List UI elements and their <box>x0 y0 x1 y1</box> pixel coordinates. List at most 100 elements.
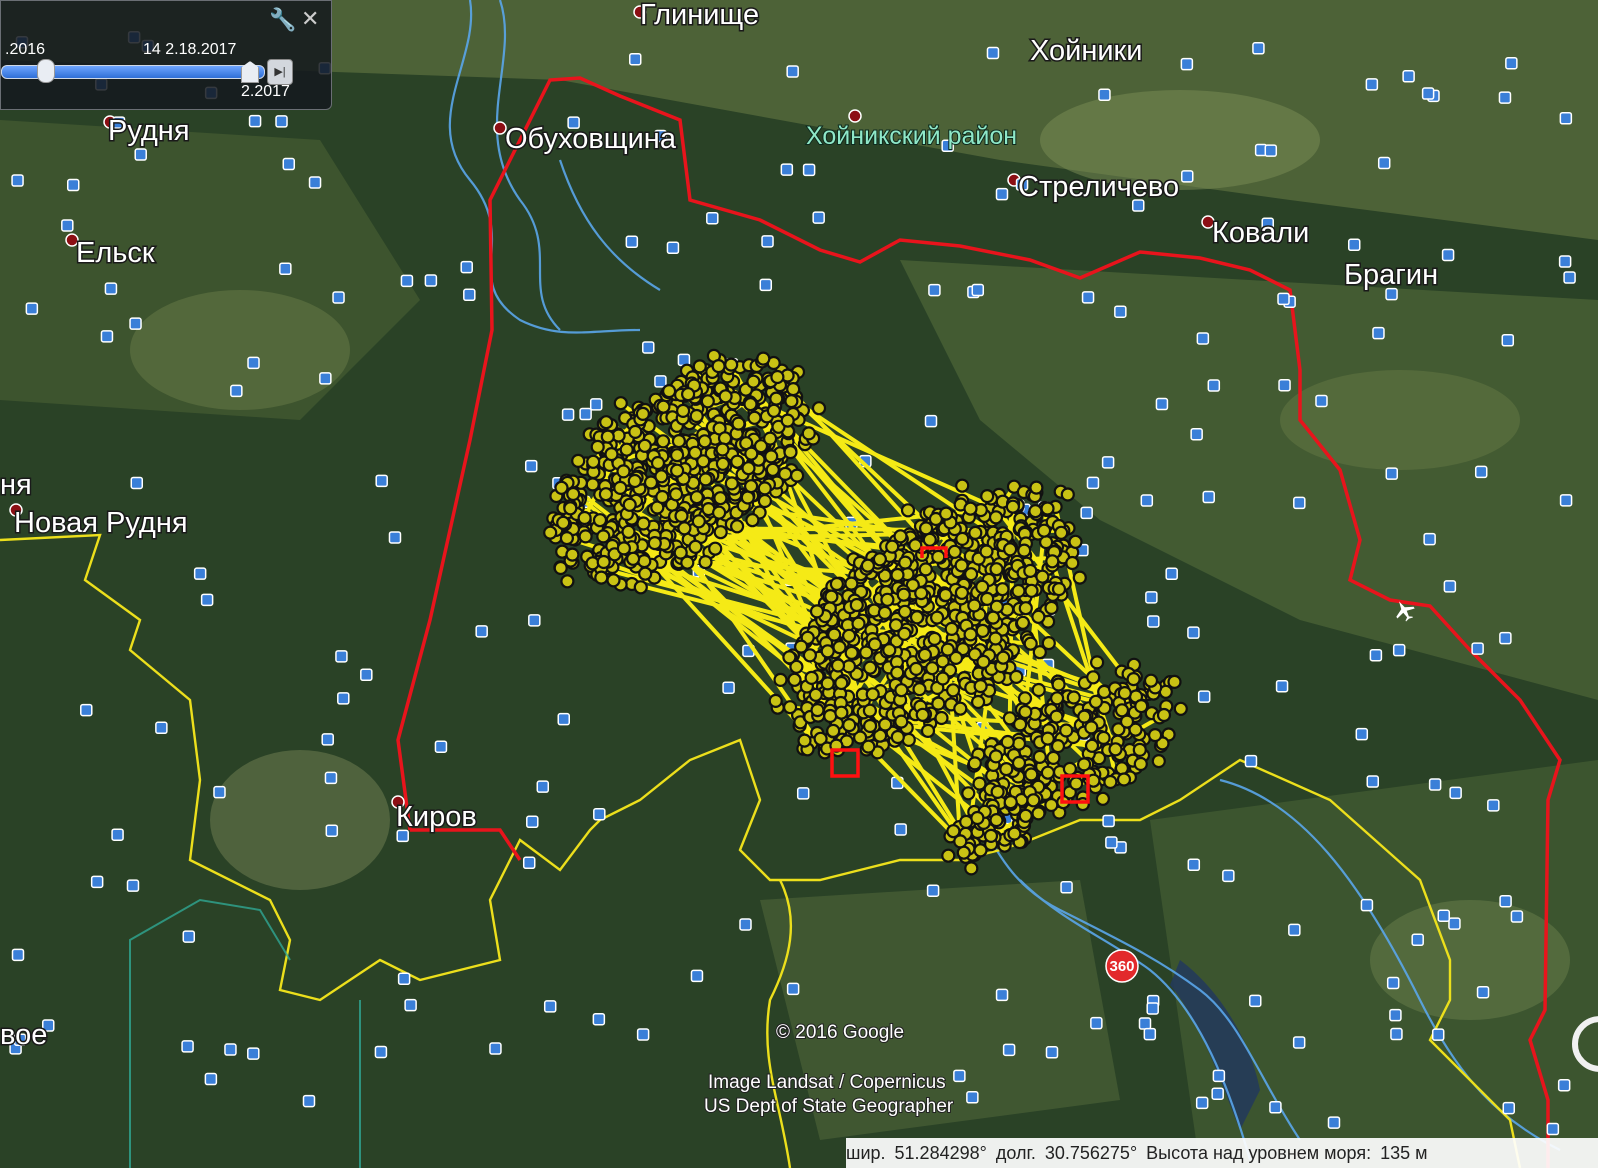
photo-icon <box>1187 858 1201 872</box>
photo-icon <box>966 1091 979 1104</box>
track-fix-marker <box>829 576 845 592</box>
track-fix-marker <box>596 529 611 544</box>
photo-icon <box>1292 1036 1306 1049</box>
track-fix-marker <box>1060 487 1075 502</box>
track-fix-marker <box>1029 480 1044 495</box>
track-fix-marker <box>543 525 558 540</box>
track-fix-marker <box>594 570 609 585</box>
track-fix-marker <box>820 644 835 659</box>
photo-icon <box>528 614 541 627</box>
photo-icon <box>1474 465 1488 479</box>
wrench-icon[interactable]: 🔧 <box>269 7 296 33</box>
photo-icon <box>247 356 260 370</box>
photo-icon <box>1187 626 1200 639</box>
track-fix-marker <box>621 524 636 539</box>
track-fix-marker <box>908 538 923 553</box>
photo-icon <box>463 288 476 302</box>
track-fix-marker <box>616 464 631 479</box>
track-fix-marker <box>912 682 927 697</box>
photo-icon <box>654 375 667 388</box>
track-fix-marker <box>674 508 689 524</box>
photo-icon <box>400 274 414 288</box>
track-fix-marker <box>890 729 905 745</box>
track-fix-marker <box>1032 645 1047 660</box>
photo-icon <box>1315 394 1328 408</box>
slider-step-button[interactable]: ▶| <box>267 59 293 85</box>
track-fix-marker <box>894 714 909 729</box>
track-fix-marker <box>592 513 608 528</box>
photo-icon <box>1252 42 1265 55</box>
photo-icon <box>636 1028 650 1041</box>
track-fix-marker <box>1069 776 1084 791</box>
track-fix-marker <box>989 562 1004 577</box>
track-fix-marker <box>967 756 982 771</box>
track-fix-marker <box>988 631 1003 646</box>
track-fix-marker <box>844 576 859 591</box>
slider-start-handle[interactable] <box>37 59 55 83</box>
photo-icon <box>66 178 80 192</box>
track-fix-marker <box>1011 755 1027 771</box>
satellite-map[interactable]: Глинище Хойники Рудня Обуховщина Хойникс… <box>0 0 1598 1168</box>
track-fix-marker <box>955 478 970 493</box>
track-fix-marker <box>724 357 739 372</box>
photo-icon <box>579 407 592 421</box>
photo-icon <box>200 593 214 607</box>
photo-icon <box>1365 78 1379 91</box>
photo-icon <box>625 235 639 249</box>
track-fix-marker <box>841 628 857 643</box>
photo-icon <box>460 260 473 274</box>
track-fix-marker <box>897 604 913 619</box>
track-fix-marker <box>1005 499 1021 514</box>
close-icon[interactable]: ✕ <box>301 6 319 32</box>
track-fix-marker <box>637 438 652 453</box>
track-fix-marker <box>619 442 634 457</box>
photo-icon <box>182 930 196 943</box>
status-bar: шир. 51.284298° долг. 30.756275° Высота … <box>846 1138 1598 1168</box>
photo-icon <box>193 567 207 580</box>
photo-icon <box>1181 170 1194 183</box>
track-fix-marker <box>783 445 798 460</box>
photo-icon <box>928 283 941 297</box>
photo-icon <box>1269 1101 1282 1114</box>
place-label-kirov: Киров <box>396 801 477 833</box>
track-fix-marker <box>1134 698 1149 714</box>
track-fix-marker <box>938 506 954 521</box>
track-fix-marker <box>1026 793 1041 808</box>
track-fix-marker <box>1059 723 1074 738</box>
track-fix-marker <box>585 477 600 492</box>
track-fix-marker <box>638 566 653 581</box>
photo-icon <box>1143 1027 1157 1041</box>
track-fix-marker <box>893 529 908 544</box>
map-canvas[interactable]: Глинище Хойники Рудня Обуховщина Хойникс… <box>0 0 1598 1168</box>
track-fix-marker <box>860 558 876 573</box>
track-fix-marker <box>1045 554 1060 569</box>
track-fix-marker <box>698 554 713 570</box>
track-fix-marker <box>830 658 846 673</box>
photo-icon <box>1165 567 1178 581</box>
track-fix-marker <box>1088 694 1104 709</box>
slider-current-label: 2.2017 <box>241 83 290 100</box>
track-fix-marker <box>945 683 961 698</box>
photo-icon <box>1288 923 1301 937</box>
photo-icon <box>995 187 1009 201</box>
altitude-label: Высота над уровнем моря: <box>1146 1143 1372 1163</box>
track-fix-marker <box>765 462 780 477</box>
track-fix-marker <box>964 861 979 876</box>
track-fix-marker <box>773 672 788 688</box>
photo-icon <box>1190 427 1203 441</box>
photo-icon <box>953 1069 966 1083</box>
photo-icon <box>812 211 825 224</box>
track-fix-marker <box>787 672 802 687</box>
track-fix-marker <box>1103 774 1118 790</box>
photo-icon <box>1499 894 1512 908</box>
track-fix-marker <box>1167 674 1182 690</box>
track-fix-marker <box>844 645 859 661</box>
photo-icon <box>722 681 735 694</box>
track-fix-marker <box>909 661 924 677</box>
photo-icon <box>1140 494 1154 507</box>
photo-icon <box>1090 1016 1103 1030</box>
track-fix-marker <box>656 399 671 414</box>
photo-icon <box>1366 775 1380 788</box>
time-slider-panel[interactable]: 🔧 ✕ .2016 14 2.18.2017 ▶| 2.2017 <box>0 0 332 110</box>
track-fix-marker <box>669 463 685 478</box>
